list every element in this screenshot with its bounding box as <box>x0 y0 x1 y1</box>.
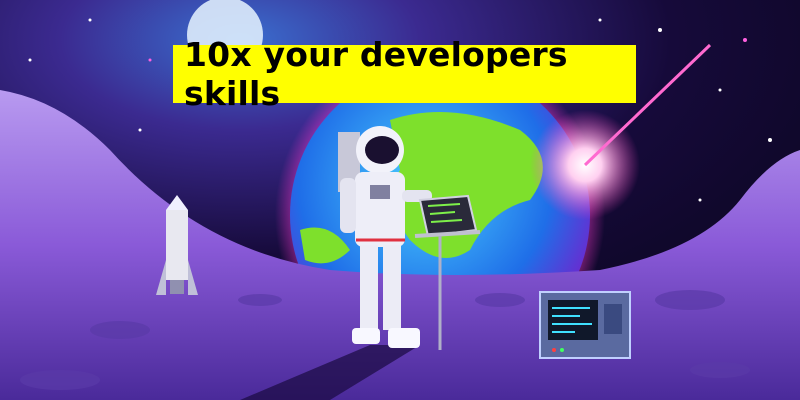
headline-text: 10x your developers skills <box>184 35 568 113</box>
computer-console <box>539 291 631 359</box>
headline-banner: 10x your developers skills <box>173 35 636 113</box>
